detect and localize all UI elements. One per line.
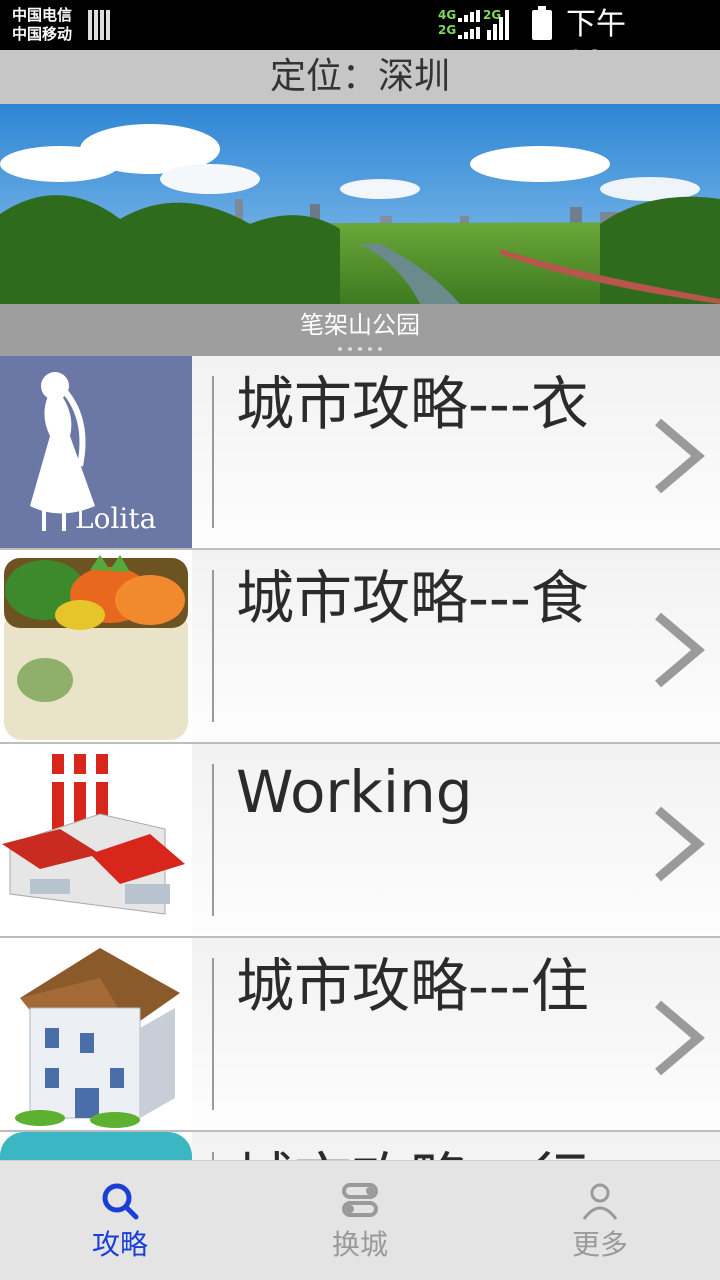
list-item[interactable]: 城市攻略---住 — [0, 938, 720, 1132]
bottom-tab-bar: 攻略 换城 更多 — [0, 1160, 720, 1280]
sim-card-icon — [88, 10, 112, 40]
lolita-dress-icon: Lolita — [0, 356, 192, 548]
list-item-title: Working — [236, 758, 473, 826]
user-icon — [582, 1183, 618, 1220]
factory-icon — [0, 744, 192, 936]
list-item[interactable]: 城市攻略---行 — [0, 1132, 720, 1160]
tab-label-switch-city: 换城 — [331, 1228, 388, 1261]
list-item[interactable]: Working — [0, 744, 720, 938]
carrier-1: 中国电信 — [12, 6, 73, 24]
guide-list: Lolita 城市攻略---衣 城市攻略---食 Working 城市攻略---… — [0, 356, 720, 1160]
carrier-names: 中国电信 中国移动 — [12, 6, 72, 44]
tab-switch-city[interactable]: 换城 — [240, 1161, 480, 1280]
tab-more[interactable]: 更多 — [480, 1161, 720, 1280]
list-item-title: 城市攻略---衣 — [236, 370, 589, 438]
park-photo — [0, 104, 720, 304]
battery-icon — [532, 6, 552, 40]
list-item-title: 城市攻略---行 — [236, 1142, 589, 1160]
signal-icon-small-1 — [458, 10, 480, 22]
list-item-title: 城市攻略---住 — [236, 952, 589, 1020]
bento-food-icon — [0, 550, 192, 742]
house-icon — [0, 938, 192, 1130]
signal-icon-small-2 — [458, 27, 480, 39]
chevron-right-icon — [655, 612, 705, 688]
travel-icon — [0, 1132, 192, 1160]
svg-text:Lolita: Lolita — [75, 502, 156, 535]
banner-carousel[interactable] — [0, 104, 720, 304]
signal-strength-icon — [487, 10, 509, 40]
chevron-right-icon — [655, 806, 705, 882]
search-icon — [102, 1183, 139, 1220]
carousel-indicator — [338, 347, 382, 351]
tab-guide[interactable]: 攻略 — [0, 1161, 240, 1280]
list-item[interactable]: Lolita 城市攻略---衣 — [0, 356, 720, 550]
tab-label-more: 更多 — [571, 1228, 628, 1261]
chevron-right-icon — [655, 1000, 705, 1076]
list-item[interactable]: 城市攻略---食 — [0, 550, 720, 744]
tab-label-guide: 攻略 — [91, 1228, 148, 1261]
switch-city-icon — [342, 1183, 378, 1217]
list-item-title: 城市攻略---食 — [236, 564, 589, 632]
status-bar: 中国电信 中国移动 4G 2G 2G 下午 10:45 — [0, 0, 720, 80]
location-header[interactable]: 定位：深圳 — [0, 50, 720, 104]
chevron-right-icon — [655, 418, 705, 494]
carrier-2: 中国移动 — [12, 25, 73, 43]
network-type-4g: 4G 2G — [438, 8, 457, 37]
